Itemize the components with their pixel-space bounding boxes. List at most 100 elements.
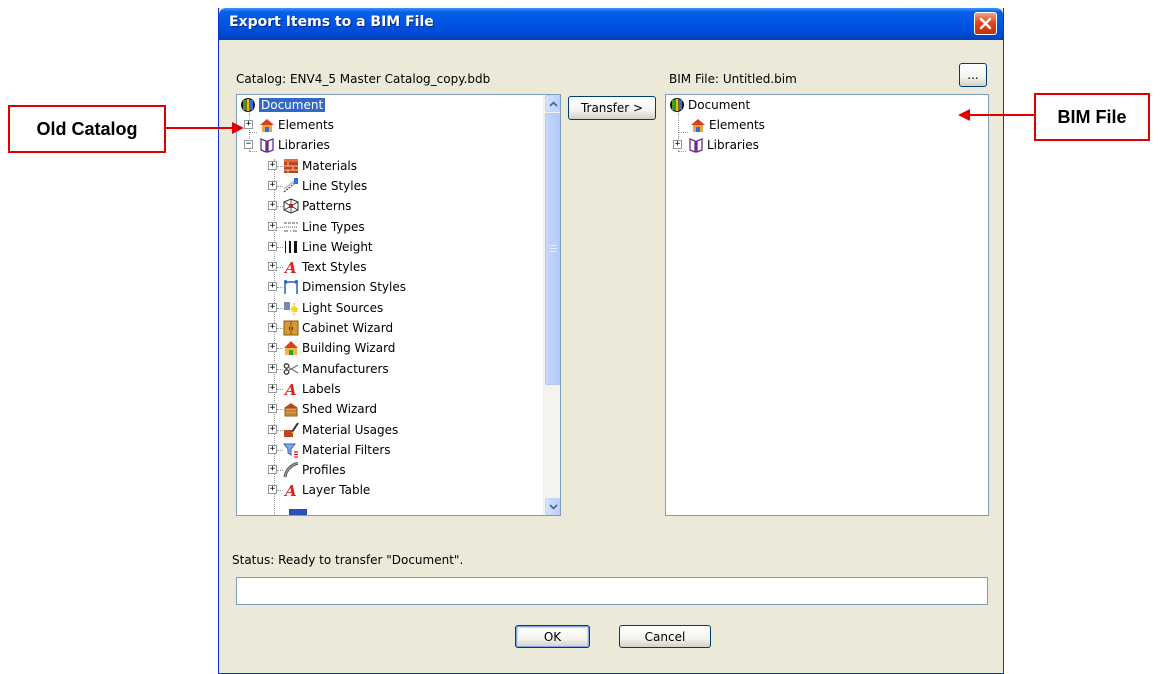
svg-text:A: A bbox=[283, 381, 297, 397]
text-a-icon: A bbox=[283, 482, 299, 498]
house-icon bbox=[259, 117, 275, 133]
tree-label: Building Wizard bbox=[302, 341, 396, 356]
expand-toggle-icon[interactable]: + bbox=[268, 201, 277, 211]
bricks-icon bbox=[283, 158, 299, 174]
catalog-scrollbar[interactable] bbox=[543, 95, 560, 515]
tree-node-materials[interactable]: + Materials bbox=[268, 156, 358, 176]
tree-label: Text Styles bbox=[302, 260, 367, 275]
browse-button[interactable]: ... bbox=[959, 63, 987, 87]
callout-old-catalog: Old Catalog bbox=[8, 105, 166, 153]
tree-label: Manufacturers bbox=[302, 361, 389, 376]
bim-node-document[interactable]: Document bbox=[669, 95, 750, 115]
cancel-button-label: Cancel bbox=[644, 629, 686, 644]
tree-label: Line Types bbox=[302, 219, 365, 234]
expand-toggle-icon[interactable]: + bbox=[268, 363, 277, 373]
tree-node-layer-table[interactable]: + A Layer Table bbox=[268, 480, 371, 500]
tree-node-elements[interactable]: + Elements bbox=[244, 115, 334, 135]
collapse-toggle-icon[interactable]: − bbox=[244, 140, 253, 150]
line-types-icon bbox=[283, 219, 299, 235]
bim-label-document: Document bbox=[688, 98, 751, 112]
bim-tree[interactable]: Document Elements + Libraries bbox=[665, 94, 989, 516]
text-a-icon: A bbox=[283, 381, 299, 397]
tree-node-shed-wizard[interactable]: + Shed Wizard bbox=[268, 399, 377, 419]
callout-arrow-right-icon bbox=[166, 122, 244, 134]
house-icon bbox=[690, 117, 706, 133]
expand-toggle-icon[interactable]: + bbox=[268, 424, 277, 434]
expand-toggle-icon[interactable]: + bbox=[268, 485, 277, 495]
tree-label: Material Filters bbox=[302, 442, 391, 457]
window-title: Export Items to a BIM File bbox=[229, 14, 434, 30]
book-icon bbox=[259, 137, 275, 154]
callout-bim-file-label: BIM File bbox=[1057, 106, 1127, 127]
callout-arrow-left-icon bbox=[958, 109, 1036, 121]
tree-node-line-weight[interactable]: + Line Weight bbox=[268, 237, 373, 257]
ok-button-label: OK bbox=[543, 629, 562, 644]
expand-toggle-icon[interactable]: + bbox=[268, 465, 277, 475]
line-styles-icon bbox=[283, 177, 299, 194]
tree-label: Patterns bbox=[302, 199, 352, 214]
callout-old-catalog-label: Old Catalog bbox=[36, 118, 138, 139]
expand-toggle-icon[interactable]: + bbox=[268, 180, 277, 190]
tree-node-document[interactable]: Document bbox=[240, 95, 326, 115]
status-text: Status: Ready to transfer "Document". bbox=[232, 553, 464, 567]
cancel-button[interactable]: Cancel bbox=[619, 625, 711, 648]
expand-toggle-icon[interactable]: + bbox=[268, 241, 277, 251]
expand-toggle-icon[interactable]: + bbox=[268, 323, 277, 332]
tree-node-text-styles[interactable]: + A Text Styles bbox=[268, 257, 367, 277]
ok-button[interactable]: OK bbox=[515, 625, 590, 648]
scroll-down-button[interactable] bbox=[545, 498, 560, 515]
tree-node-profiles[interactable]: + Profiles bbox=[268, 460, 346, 480]
tree-node-labels[interactable]: + A Labels bbox=[268, 379, 341, 399]
tree-node-material-filters[interactable]: + Material Filters bbox=[268, 440, 391, 460]
tree-label-document: Document bbox=[259, 98, 326, 112]
transfer-button[interactable]: Transfer > bbox=[568, 96, 656, 120]
title-bar[interactable]: Export Items to a BIM File bbox=[219, 8, 1003, 40]
tree-node-light-sources[interactable]: + Light Sources bbox=[268, 298, 383, 318]
tree-node-material-usages[interactable]: + Material Usages bbox=[268, 420, 398, 440]
tree-node-cabinet-wizard[interactable]: + Cabinet Wizard bbox=[268, 318, 393, 338]
tree-node-dimension-styles[interactable]: + Dimension Styles bbox=[268, 277, 406, 297]
expand-toggle-icon[interactable]: + bbox=[268, 383, 277, 393]
bim-file-label: BIM File: Untitled.bim bbox=[669, 72, 797, 86]
expand-toggle-icon[interactable]: + bbox=[268, 160, 277, 170]
tree-label: Layer Table bbox=[302, 483, 371, 498]
expand-toggle-icon[interactable]: + bbox=[268, 262, 277, 272]
close-icon bbox=[979, 17, 992, 30]
tree-node-libraries[interactable]: − Libraries bbox=[244, 135, 330, 155]
scroll-thumb[interactable] bbox=[545, 113, 560, 385]
tree-node-manufacturers[interactable]: + Manufacturers bbox=[268, 359, 389, 379]
tree-node-building-wizard[interactable]: + Building Wizard bbox=[268, 338, 396, 358]
expand-toggle-icon[interactable]: + bbox=[268, 343, 277, 353]
expand-toggle-icon[interactable]: + bbox=[268, 302, 277, 312]
line-weight-icon bbox=[283, 239, 299, 255]
expand-toggle-icon[interactable]: + bbox=[268, 282, 277, 292]
tree-label: Materials bbox=[302, 158, 358, 173]
scroll-up-button[interactable] bbox=[545, 95, 560, 112]
tree-node-partial bbox=[289, 509, 307, 515]
patterns-icon bbox=[283, 198, 299, 214]
chevron-down-icon bbox=[548, 503, 558, 510]
browse-button-label: ... bbox=[967, 68, 979, 82]
tree-label: Shed Wizard bbox=[302, 402, 377, 417]
tree-label: Line Weight bbox=[302, 239, 373, 254]
tree-node-line-types[interactable]: + Line Types bbox=[268, 217, 365, 237]
text-a-icon: A bbox=[283, 259, 299, 275]
tree-node-line-styles[interactable]: + Line Styles bbox=[268, 176, 367, 196]
bim-node-libraries[interactable]: + Libraries bbox=[673, 135, 759, 155]
profile-icon bbox=[283, 462, 299, 478]
expand-toggle-icon[interactable]: + bbox=[268, 444, 277, 454]
export-dialog: Export Items to a BIM File Catalog: ENV4… bbox=[218, 8, 1004, 674]
bim-node-elements[interactable]: Elements bbox=[690, 115, 765, 135]
catalog-tree[interactable]: Document + Elements − Libraries + Materials + L… bbox=[236, 94, 561, 516]
shed-icon bbox=[283, 401, 299, 417]
light-icon bbox=[283, 300, 299, 316]
progress-bar bbox=[236, 577, 988, 605]
expand-toggle-icon[interactable]: + bbox=[268, 404, 277, 414]
expand-toggle-icon[interactable]: + bbox=[673, 140, 682, 150]
building-icon bbox=[283, 340, 299, 356]
expand-toggle-icon[interactable]: + bbox=[268, 221, 277, 231]
tree-node-patterns[interactable]: + Patterns bbox=[268, 196, 352, 216]
tree-label: Libraries bbox=[707, 138, 759, 153]
close-button[interactable] bbox=[974, 12, 997, 35]
callout-bim-file: BIM File bbox=[1034, 93, 1150, 141]
